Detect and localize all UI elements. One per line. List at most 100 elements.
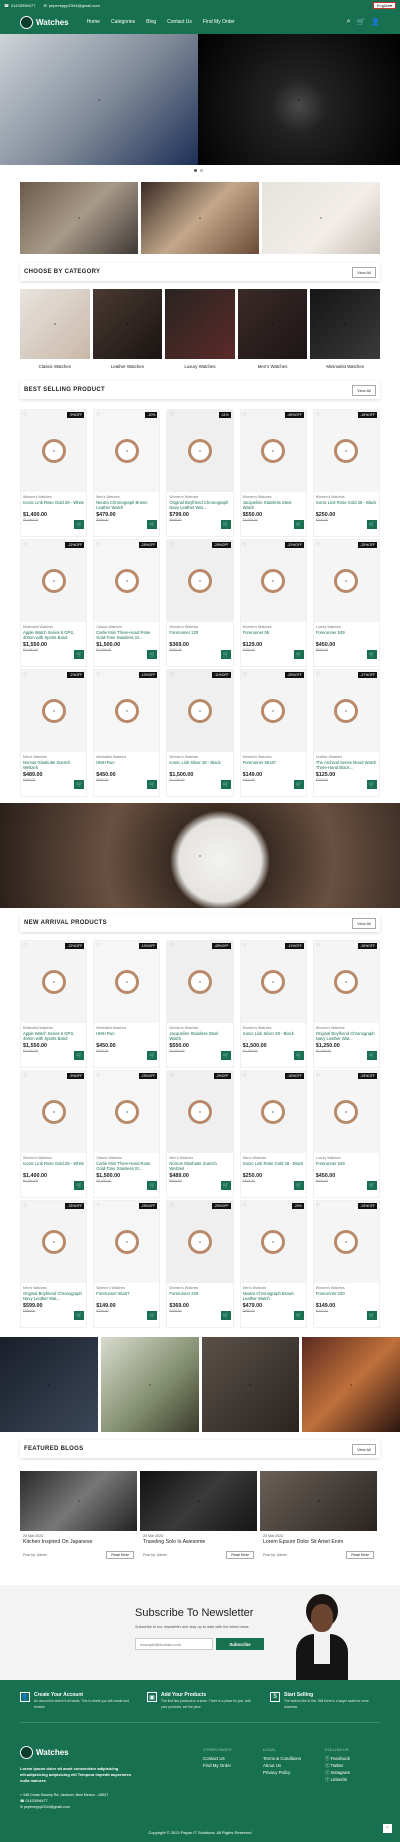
heart-icon[interactable]: ♡: [316, 672, 320, 678]
heart-icon[interactable]: ♡: [169, 1203, 173, 1209]
product-image[interactable]: ♡ -25%OFF: [240, 670, 306, 752]
add-to-cart-button[interactable]: 🛒: [147, 520, 158, 529]
heart-icon[interactable]: ♡: [23, 672, 27, 678]
scroll-top-button[interactable]: ⌃: [383, 1824, 392, 1833]
add-to-cart-button[interactable]: 🛒: [366, 520, 377, 529]
add-to-cart-button[interactable]: 🛒: [220, 1051, 231, 1060]
add-to-cart-button[interactable]: 🛒: [147, 1311, 158, 1320]
product-card[interactable]: ♡ -25%OFF Luxury Watches Forerunner 539 $450…: [312, 539, 380, 667]
heart-icon[interactable]: ♡: [23, 1203, 27, 1209]
add-to-cart-button[interactable]: 🛒: [293, 1181, 304, 1190]
heart-icon[interactable]: ♡: [243, 412, 247, 418]
add-to-cart-button[interactable]: 🛒: [147, 1051, 158, 1060]
blog-title[interactable]: Kitchen Inspired On Japanese: [23, 1539, 134, 1545]
product-image[interactable]: ♡ -16%OFF: [240, 1071, 306, 1153]
product-name[interactable]: Jacqueline Stainless Steel Watch: [243, 500, 304, 510]
product-name[interactable]: Forerunner 220: [169, 630, 230, 640]
user-icon[interactable]: 👤: [371, 18, 380, 26]
product-card[interactable]: ♡ -20% Men's Watches Neutra Chronograph Bro…: [239, 1200, 307, 1328]
nav-contact[interactable]: Contact Us: [167, 19, 192, 25]
product-name[interactable]: Iconic Link Silver 28 - Black: [169, 760, 230, 770]
product-image[interactable]: ♡ -26%OFF: [313, 941, 379, 1023]
product-name[interactable]: Neutra Chronograph Brown Leather Watch: [96, 500, 157, 510]
blog-card[interactable]: 25 Mar 2023 Kitchen Inspired On Japanese P…: [20, 1471, 140, 1561]
product-name[interactable]: Forerunner 220: [169, 1291, 230, 1301]
category-item[interactable]: Men's Watches: [237, 289, 308, 369]
blog-title[interactable]: Lorem Epsum Dolor Sit Amet Enim: [263, 1539, 374, 1545]
product-image[interactable]: ♡ -25%OFF: [313, 540, 379, 622]
product-card[interactable]: ♡ -45%OFF Women's Watches Jacqueline Stainl…: [166, 940, 234, 1068]
product-name[interactable]: Forerunner 539: [316, 630, 377, 640]
product-name[interactable]: Forerunner 55167: [243, 760, 304, 770]
product-card[interactable]: ♡ -9%OFF Women's Watches Iconic Link Rose G…: [20, 409, 88, 537]
product-card[interactable]: ♡ -26%OFF Women's Watches Original Boyfrien…: [312, 940, 380, 1068]
product-card[interactable]: ♡ -10%OFF Minimalist Watches HMH Run $450.00…: [93, 940, 161, 1068]
nav-home[interactable]: Home: [87, 19, 100, 25]
category-item[interactable]: Classic Watches: [20, 289, 90, 369]
product-image[interactable]: ♡ -11%OFF: [240, 941, 306, 1023]
heart-icon[interactable]: ♡: [243, 672, 247, 678]
footer-link[interactable]: Terms & Conditions: [263, 1755, 301, 1762]
product-name[interactable]: Forerunner 55: [243, 630, 304, 640]
product-card[interactable]: ♡ -9%OFF Women's Watches Iconic Link Rose G…: [20, 1070, 88, 1198]
blog-card[interactable]: 25 Mar 2023 Traveling Solo Is Awesome Post…: [140, 1471, 260, 1561]
product-name[interactable]: Forerunner 230: [316, 1291, 377, 1301]
promo-image[interactable]: [20, 182, 138, 254]
product-image[interactable]: ♡ -2%OFF: [21, 670, 87, 752]
footer-logo[interactable]: Watches: [20, 1746, 69, 1759]
product-image[interactable]: ♡ -20%: [240, 1201, 306, 1283]
product-name[interactable]: Jacqueline Stainless Steel Watch: [169, 1031, 230, 1041]
promo-image[interactable]: [262, 182, 380, 254]
add-to-cart-button[interactable]: 🛒: [293, 520, 304, 529]
product-name[interactable]: Apple Watch Series 6 GPS, 40mm with Spor…: [23, 630, 84, 640]
product-image[interactable]: ♡ -45%OFF: [167, 941, 233, 1023]
promo-image[interactable]: [141, 182, 259, 254]
footer-link[interactable]: Find My Order: [203, 1762, 232, 1769]
product-card[interactable]: ♡ -16%OFF Men's Watches Iconic Link Rose Go…: [239, 1070, 307, 1198]
view-all-button[interactable]: View All: [352, 1443, 376, 1455]
heart-icon[interactable]: ♡: [96, 1203, 100, 1209]
product-card[interactable]: ♡ -25%OFF Women's Watches Forerunner 55167 $…: [93, 1200, 161, 1328]
product-image[interactable]: ♡ -22%OFF: [21, 540, 87, 622]
add-to-cart-button[interactable]: 🛒: [74, 650, 85, 659]
subscribe-button[interactable]: Subscribe: [216, 1638, 264, 1650]
product-image[interactable]: ♡ -10%OFF: [94, 670, 160, 752]
product-image[interactable]: ♡ -33%OFF: [21, 1201, 87, 1283]
add-to-cart-button[interactable]: 🛒: [147, 650, 158, 659]
add-to-cart-button[interactable]: 🛒: [74, 1051, 85, 1060]
add-to-cart-button[interactable]: 🛒: [74, 1181, 85, 1190]
product-name[interactable]: Nomos Glashutte Zuerich Weltzeit: [23, 760, 84, 770]
cart-icon[interactable]: 🛒: [357, 18, 366, 26]
product-card[interactable]: ♡ -22%OFF Minimalist Watches Apple Watch Se…: [20, 539, 88, 667]
category-item[interactable]: Leather Watches: [92, 289, 163, 369]
product-card[interactable]: ♡ -25%OFF Women's Watches Forerunner 230 $14…: [312, 1200, 380, 1328]
heart-icon[interactable]: ♡: [243, 1203, 247, 1209]
slider-dot[interactable]: [194, 169, 197, 172]
heart-icon[interactable]: ♡: [96, 672, 100, 678]
product-name[interactable]: Iconic Link Silver 28 - Black: [243, 1031, 304, 1041]
category-item[interactable]: Luxury Watches: [165, 289, 235, 369]
product-name[interactable]: Carlie Mini Three-Hand Rose Gold-Tone St…: [96, 630, 157, 640]
product-card[interactable]: ♡ -33%OFF Men's Watches Original Boyfriend …: [20, 1200, 88, 1328]
add-to-cart-button[interactable]: 🛒: [74, 780, 85, 789]
footer-link[interactable]: About Us: [263, 1762, 301, 1769]
product-card[interactable]: ♡ -25%OFF Classic Watches Carlie Mini Three…: [93, 539, 161, 667]
product-card[interactable]: ♡ -11%OFF Women's Watches Iconic Link Silve…: [166, 669, 234, 797]
read-more-button[interactable]: Read More: [226, 1551, 254, 1559]
product-image[interactable]: ♡ -25%OFF: [167, 1201, 233, 1283]
nav-find-order[interactable]: Find My Order: [203, 19, 235, 25]
add-to-cart-button[interactable]: 🛒: [366, 1181, 377, 1190]
heart-icon[interactable]: ♡: [23, 542, 27, 548]
heart-icon[interactable]: ♡: [96, 943, 100, 949]
brand-logo[interactable]: Watches: [20, 15, 69, 29]
product-image[interactable]: ♡ -45%OFF: [240, 410, 306, 492]
product-card[interactable]: ♡ -22%OFF Minimalist Watches Apple Watch Se…: [20, 940, 88, 1068]
product-image[interactable]: ♡ -25%OFF: [94, 1201, 160, 1283]
language-select[interactable]: English ▾: [372, 1, 396, 9]
add-to-cart-button[interactable]: 🛒: [293, 780, 304, 789]
add-to-cart-button[interactable]: 🛒: [147, 1181, 158, 1190]
add-to-cart-button[interactable]: 🛒: [220, 780, 231, 789]
heart-icon[interactable]: ♡: [243, 943, 247, 949]
heart-icon[interactable]: ♡: [316, 943, 320, 949]
read-more-button[interactable]: Read More: [106, 1551, 134, 1559]
